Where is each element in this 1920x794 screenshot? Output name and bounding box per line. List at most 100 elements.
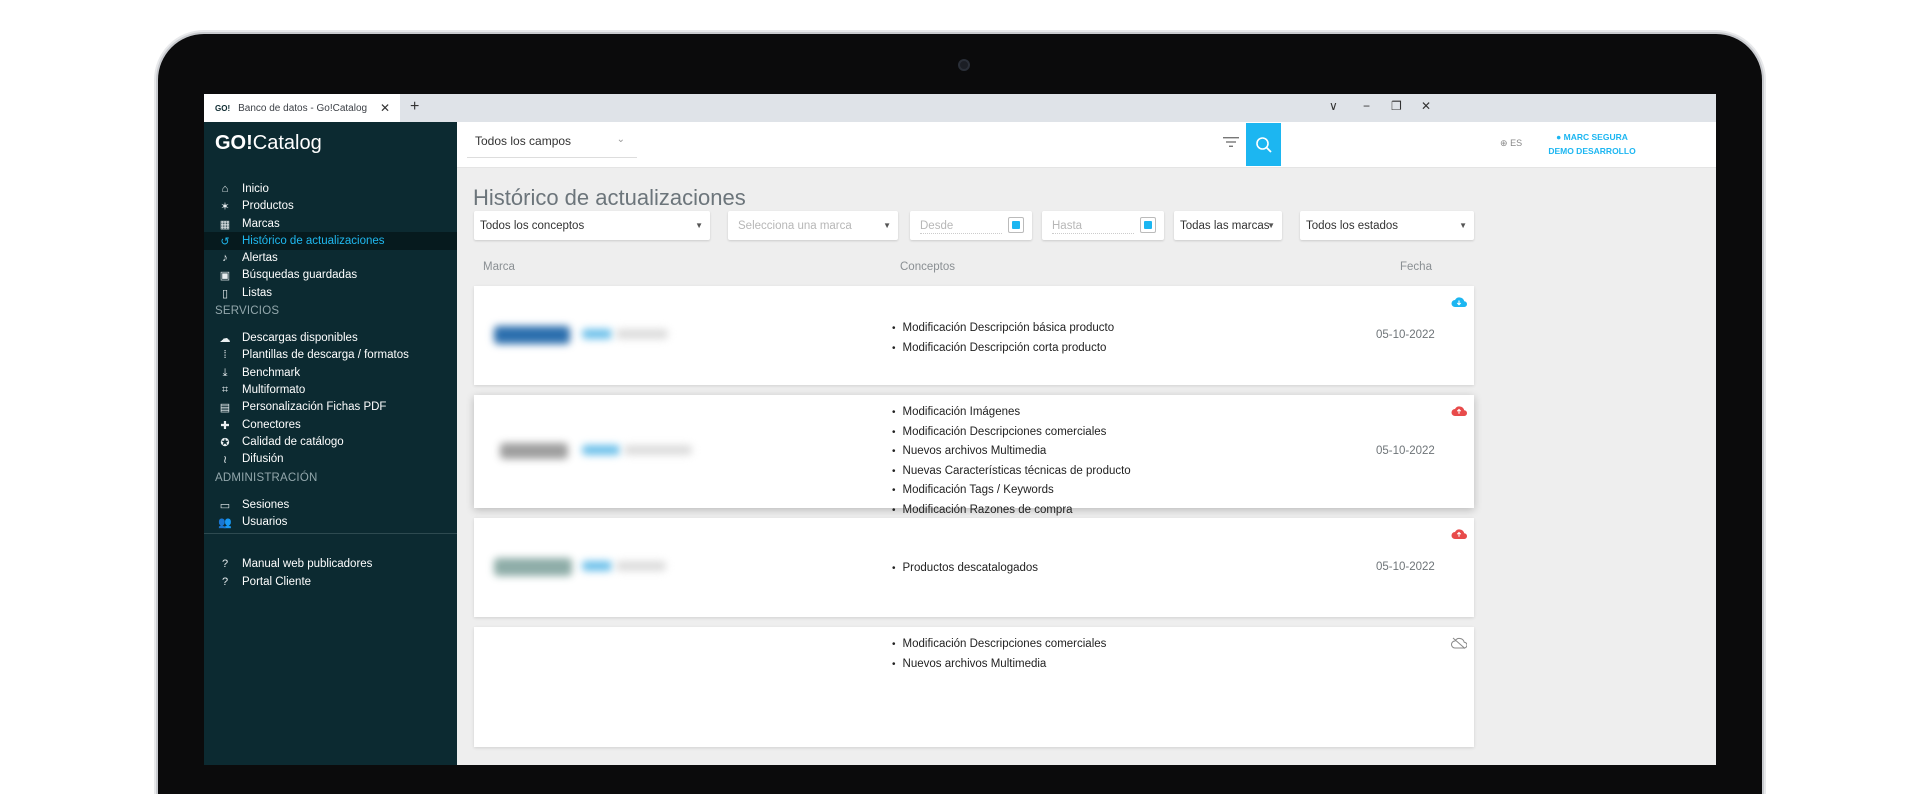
- section-servicios: SERVICIOS: [215, 305, 280, 317]
- webcam: [958, 59, 970, 71]
- cloud-icon[interactable]: [1451, 405, 1467, 417]
- search-field-select[interactable]: Todos los campos ⌄: [467, 125, 637, 158]
- sidebar-item-personalizacion[interactable]: ▤ Personalización Fichas PDF: [204, 398, 457, 416]
- brand-logo: [494, 326, 570, 344]
- brand-logo: [500, 443, 568, 459]
- download-icon: ⤓: [222, 366, 228, 379]
- concepts-list: Modificación Imágenes Modificación Descr…: [892, 403, 1131, 520]
- top-bar: Todos los campos ⌄ ⊕ ES ● MARC SEGURA DE…: [457, 122, 1716, 168]
- sidebar-item-benchmark[interactable]: ⤓ Benchmark: [204, 364, 457, 382]
- caret-down-icon: ▼: [1459, 221, 1467, 230]
- column-header-date: Fecha: [1400, 261, 1432, 273]
- star-icon: ✪: [220, 436, 230, 449]
- list-item: Nuevas Características técnicas de produ…: [892, 462, 1131, 482]
- history-icon: ↺: [220, 235, 230, 248]
- caret-down-icon: ▼: [1267, 221, 1275, 230]
- sidebar-item-sesiones[interactable]: ▭ Sesiones: [204, 496, 457, 514]
- close-window-icon[interactable]: ✕: [1421, 99, 1431, 113]
- date-from-field[interactable]: Desde: [910, 211, 1032, 240]
- minimize-icon[interactable]: −: [1363, 99, 1370, 113]
- list-item: Modificación Tags / Keywords: [892, 481, 1131, 501]
- sidebar-item-conectores[interactable]: ✚ Conectores: [204, 416, 457, 434]
- row-date: 05-10-2022: [1376, 445, 1435, 457]
- sidebar-item-portal[interactable]: ? Portal Cliente: [204, 573, 457, 591]
- language-selector[interactable]: ⊕ ES: [1500, 138, 1522, 149]
- user-icon: ●: [1556, 132, 1562, 142]
- row-date: 05-10-2022: [1376, 329, 1435, 341]
- brand-logo: [494, 558, 572, 576]
- list-item: Nuevos archivos Multimedia: [892, 655, 1106, 675]
- calendar-icon[interactable]: [1140, 217, 1156, 233]
- bookmark-icon: ▯: [221, 287, 229, 300]
- help-icon: ?: [221, 558, 229, 570]
- sidebar-item-inicio[interactable]: ⌂ Inicio: [204, 180, 457, 198]
- row-date: 05-10-2022: [1376, 561, 1435, 573]
- sidebar-item-listas[interactable]: ▯ Listas: [204, 284, 457, 302]
- sidebar-item-difusion[interactable]: ≀ Difusión: [204, 450, 457, 468]
- browser-tab[interactable]: GO! Banco de datos - Go!Catalog ✕: [204, 94, 400, 122]
- list-item: Modificación Imágenes: [892, 403, 1131, 423]
- list-item: Modificación Descripciones comerciales: [892, 635, 1107, 655]
- sidebar-item-usuarios[interactable]: 👥 Usuarios: [204, 513, 457, 531]
- sidebar-item-plantillas[interactable]: ⁞ Plantillas de descarga / formatos: [204, 346, 457, 364]
- sidebar: GO!Catalog ⌂ Inicio ✶ Productos ▦ Marcas ↺ H…: [204, 122, 457, 765]
- caret-down-icon: ▼: [883, 221, 891, 230]
- browser-tab-bar: GO! Banco de datos - Go!Catalog ✕ + ∨ − …: [204, 94, 1716, 122]
- concepts-list: Modificación Descripción básica producto…: [892, 319, 1115, 359]
- sidebar-item-historico[interactable]: ↺ Histórico de actualizaciones: [204, 232, 457, 250]
- main-content: Histórico de actualizaciones Todos los c…: [457, 169, 1716, 765]
- sidebar-item-manual[interactable]: ? Manual web publicadores: [204, 555, 457, 573]
- search-button[interactable]: [1246, 123, 1281, 166]
- sidebar-item-multiformato[interactable]: ⌗ Multiformato: [204, 381, 457, 399]
- app-logo[interactable]: GO!Catalog: [215, 132, 322, 155]
- update-row[interactable]: Modificación Imágenes Modificación Descr…: [474, 395, 1474, 516]
- chevron-down-icon: ⌄: [616, 134, 625, 145]
- update-row[interactable]: Modificación Descripciones comerciales N…: [474, 627, 1474, 747]
- cloud-icon[interactable]: [1451, 296, 1467, 308]
- filter-icon[interactable]: [1223, 136, 1239, 148]
- saved-search-icon: ▣: [219, 269, 231, 282]
- user-menu[interactable]: ● MARC SEGURA DEMO DESARROLLO: [1537, 130, 1647, 158]
- crop-icon: ⌗: [221, 383, 229, 396]
- caret-down-icon: ▼: [695, 221, 703, 230]
- update-row[interactable]: Productos descatalogados 05-10-2022: [474, 518, 1474, 617]
- help-icon: ?: [221, 576, 229, 588]
- tab-list-icon[interactable]: ∨: [1329, 99, 1338, 113]
- column-header-brand: Marca: [483, 261, 515, 273]
- list-item: Modificación Descripción básica producto: [892, 319, 1115, 339]
- tab-close-icon[interactable]: ✕: [380, 101, 390, 115]
- screen: GO! Banco de datos - Go!Catalog ✕ + ∨ − …: [204, 94, 1716, 765]
- cloud-icon[interactable]: [1451, 528, 1467, 540]
- list-item: Nuevos archivos Multimedia: [892, 442, 1131, 462]
- list-item: Modificación Descripción corta producto: [892, 339, 1114, 359]
- globe-icon: ⊕: [1500, 138, 1508, 148]
- grid-icon: ▦: [219, 218, 231, 231]
- rss-icon: ≀: [222, 453, 228, 466]
- search-icon: [1255, 136, 1272, 153]
- maximize-icon[interactable]: ❐: [1391, 99, 1402, 113]
- brands-filter[interactable]: Todas las marcas ▼: [1174, 211, 1282, 240]
- cloud-off-icon[interactable]: [1451, 637, 1467, 649]
- users-icon: 👥: [218, 516, 232, 529]
- states-filter[interactable]: Todos los estados ▼: [1300, 211, 1474, 240]
- sidebar-item-marcas[interactable]: ▦ Marcas: [204, 215, 457, 233]
- column-header-concepts: Conceptos: [900, 261, 955, 273]
- favicon: GO!: [215, 103, 231, 113]
- calendar-icon[interactable]: [1008, 217, 1024, 233]
- brand-select[interactable]: Selecciona una marca ▼: [728, 211, 898, 240]
- product-icon: ✶: [220, 200, 230, 213]
- sidebar-item-descargas[interactable]: ☁ Descargas disponibles: [204, 329, 457, 347]
- section-administracion: ADMINISTRACIÓN: [215, 472, 318, 484]
- sidebar-item-productos[interactable]: ✶ Productos: [204, 197, 457, 215]
- sidebar-item-busquedas[interactable]: ▣ Búsquedas guardadas: [204, 266, 457, 284]
- devices-icon: ▭: [219, 499, 231, 512]
- grid-icon: ⁞: [223, 349, 227, 361]
- sidebar-item-calidad[interactable]: ✪ Calidad de catálogo: [204, 433, 457, 451]
- sidebar-item-alertas[interactable]: ♪ Alertas: [204, 249, 457, 267]
- list-item: Modificación Descripciones comerciales: [892, 423, 1131, 443]
- update-row[interactable]: Modificación Descripción básica producto…: [474, 286, 1474, 385]
- date-to-field[interactable]: Hasta: [1042, 211, 1164, 240]
- puzzle-icon: ✚: [220, 419, 230, 432]
- new-tab-button[interactable]: +: [410, 98, 419, 116]
- concepts-filter[interactable]: Todos los conceptos ▼: [474, 211, 710, 240]
